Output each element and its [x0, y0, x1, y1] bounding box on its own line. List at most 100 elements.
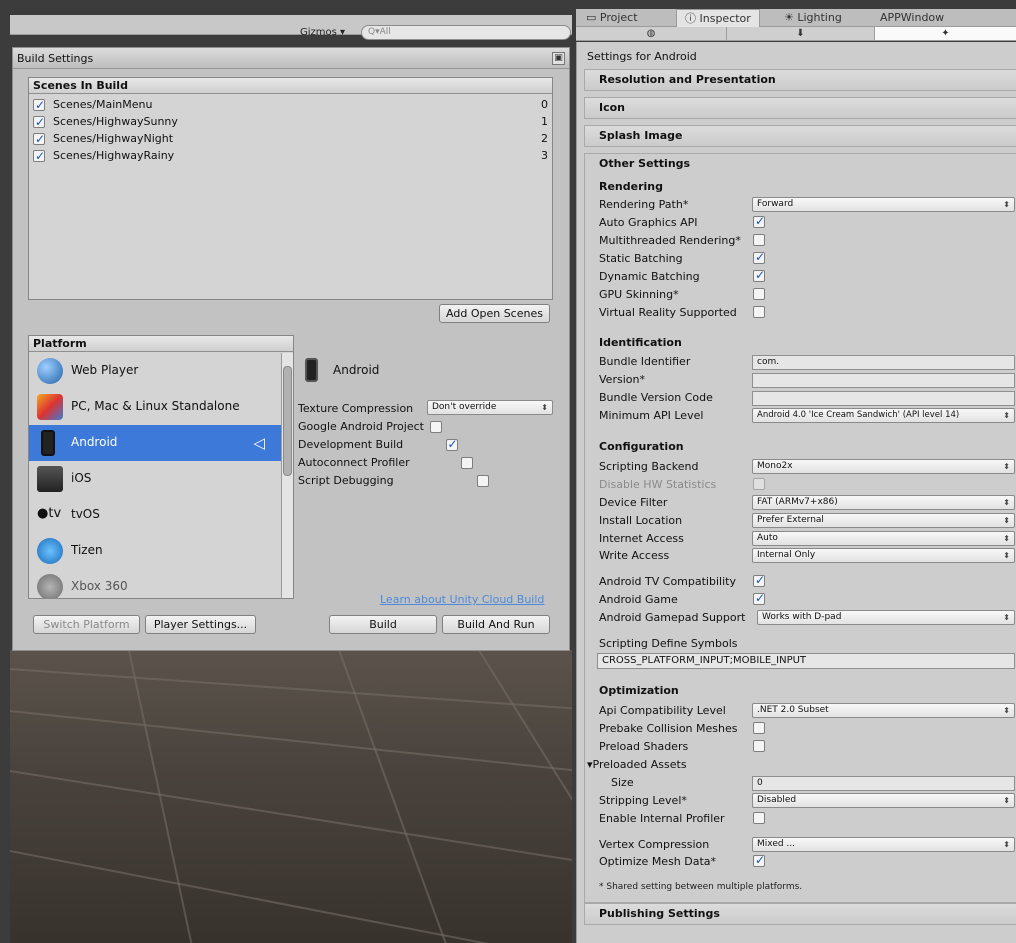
android-game-checkbox[interactable]: [753, 591, 765, 605]
prebake-label: Prebake Collision Meshes: [599, 722, 738, 735]
stripping-label: Stripping Level*: [599, 794, 687, 807]
unity-logo-icon: ◁: [253, 434, 265, 452]
build-and-run-button[interactable]: Build And Run: [442, 615, 550, 634]
rendering-path-dropdown[interactable]: Forward: [752, 197, 1015, 212]
gpu-skinning-checkbox[interactable]: [753, 288, 765, 300]
scene-row[interactable]: Scenes/MainMenu 0: [33, 96, 548, 114]
rendering-header: Rendering: [599, 180, 663, 193]
write-access-dropdown[interactable]: Internal Only: [752, 548, 1015, 563]
build-settings-titlebar: Build Settings ▣: [13, 48, 569, 69]
download-icon[interactable]: ⬇: [726, 27, 874, 40]
identification-header: Identification: [599, 336, 682, 349]
vertex-compression-dropdown[interactable]: Mixed ...: [752, 837, 1015, 852]
platform-item-xbox[interactable]: Xbox 360: [29, 569, 281, 598]
internet-access-dropdown[interactable]: Auto: [752, 531, 1015, 546]
gpu-skinning-label: GPU Skinning*: [599, 288, 679, 301]
android-icon[interactable]: ✦: [874, 27, 1016, 40]
bundle-identifier-field[interactable]: com.: [752, 355, 1015, 370]
version-field[interactable]: [752, 373, 1015, 388]
tab-project[interactable]: ▭ Project: [586, 9, 638, 27]
gamepad-support-label: Android Gamepad Support: [599, 611, 746, 624]
min-api-level-dropdown[interactable]: Android 4.0 'Ice Cream Sandwich' (API le…: [752, 408, 1015, 423]
development-build-checkbox[interactable]: [445, 437, 458, 451]
android-tv-label: Android TV Compatibility: [599, 575, 736, 588]
google-android-project-checkbox[interactable]: [430, 421, 442, 433]
dynamic-batching-checkbox[interactable]: [753, 268, 765, 282]
gizmos-dropdown[interactable]: Gizmos ▾: [300, 27, 345, 38]
tab-inspector[interactable]: ⓘ Inspector: [676, 9, 760, 27]
player-settings-button[interactable]: Player Settings...: [145, 615, 256, 634]
device-filter-dropdown[interactable]: FAT (ARMv7+x86): [752, 495, 1015, 510]
platform-label: tvOS: [71, 507, 100, 521]
preload-shaders-checkbox[interactable]: [753, 740, 765, 752]
scene-row[interactable]: Scenes/HighwayNight 2: [33, 130, 548, 148]
internet-access-label: Internet Access: [599, 532, 684, 545]
optimize-mesh-checkbox[interactable]: [753, 853, 765, 867]
scene-checkbox[interactable]: [33, 97, 45, 114]
android-tv-checkbox[interactable]: [753, 573, 765, 587]
configuration-header: Configuration: [599, 440, 684, 453]
texture-compression-dropdown[interactable]: Don't override: [427, 400, 553, 415]
scene-row[interactable]: Scenes/HighwaySunny 1: [33, 113, 548, 131]
platform-scrollbar-thumb[interactable]: [283, 366, 292, 476]
auto-graphics-api-checkbox[interactable]: [753, 214, 765, 228]
prebake-checkbox[interactable]: [753, 722, 765, 734]
scene-checkbox[interactable]: [33, 148, 45, 165]
tab-appwindow[interactable]: APPWindow: [880, 9, 944, 27]
gizmos-label: Gizmos: [300, 27, 337, 38]
section-other-settings-label: Other Settings: [599, 157, 691, 170]
switch-platform-button[interactable]: Switch Platform: [33, 615, 140, 634]
platform-label: Web Player: [71, 363, 139, 377]
bundle-version-code-field[interactable]: [752, 391, 1015, 406]
platform-label: iOS: [71, 471, 92, 485]
platform-item-tvos[interactable]: ●tv tvOS: [29, 497, 281, 533]
scene-name: Scenes/HighwayRainy: [53, 149, 175, 162]
scene-view[interactable]: [10, 650, 572, 943]
platform-item-android[interactable]: Android ◁: [29, 425, 281, 461]
platform-item-standalone[interactable]: PC, Mac & Linux Standalone: [29, 389, 281, 425]
scene-checkbox[interactable]: [33, 114, 45, 131]
static-batching-label: Static Batching: [599, 252, 683, 265]
android-phone-icon: [305, 358, 318, 382]
globe-icon[interactable]: ◍: [576, 27, 726, 40]
dynamic-batching-label: Dynamic Batching: [599, 270, 700, 283]
platform-item-tizen[interactable]: Tizen: [29, 533, 281, 569]
tizen-icon: [37, 538, 63, 564]
platform-label: Android: [71, 435, 118, 449]
size-field[interactable]: 0: [752, 776, 1015, 791]
close-icon[interactable]: ▣: [552, 52, 565, 65]
xbox-icon: [37, 574, 63, 598]
platform-item-web-player[interactable]: Web Player: [29, 353, 281, 389]
scripting-backend-dropdown[interactable]: Mono2x: [752, 459, 1015, 474]
define-symbols-field[interactable]: CROSS_PLATFORM_INPUT;MOBILE_INPUT: [597, 653, 1015, 669]
stripping-dropdown[interactable]: Disabled: [752, 793, 1015, 808]
static-batching-checkbox[interactable]: [753, 250, 765, 264]
scene-checkbox[interactable]: [33, 131, 45, 148]
add-open-scenes-button[interactable]: Add Open Scenes: [439, 304, 550, 323]
preload-shaders-label: Preload Shaders: [599, 740, 689, 753]
script-debugging-checkbox[interactable]: [476, 475, 489, 487]
cloud-build-link[interactable]: Learn about Unity Cloud Build: [380, 593, 544, 606]
platform-subtab-bar: ◍ ⬇ ✦: [576, 27, 1016, 41]
multithreaded-checkbox[interactable]: [753, 234, 765, 246]
api-compat-dropdown[interactable]: .NET 2.0 Subset: [752, 703, 1015, 718]
texture-compression-label: Texture Compression: [298, 402, 414, 415]
preloaded-assets-foldout[interactable]: ▾Preloaded Assets: [587, 758, 687, 771]
gamepad-support-dropdown[interactable]: Works with D-pad: [757, 610, 1015, 625]
bundle-identifier-label: Bundle Identifier: [599, 355, 691, 368]
platform-item-ios[interactable]: iOS: [29, 461, 281, 497]
section-splash[interactable]: Splash Image: [584, 125, 1016, 147]
section-icon[interactable]: Icon: [584, 97, 1016, 119]
vr-supported-checkbox[interactable]: [753, 306, 765, 318]
internal-profiler-checkbox[interactable]: [753, 812, 765, 824]
autoconnect-profiler-checkbox[interactable]: [461, 457, 473, 469]
scene-name: Scenes/MainMenu: [53, 98, 153, 111]
install-location-dropdown[interactable]: Prefer External: [752, 513, 1015, 528]
tab-lighting[interactable]: ☀ Lighting: [784, 9, 842, 27]
scene-search-input[interactable]: Q▾All: [361, 25, 571, 40]
auto-graphics-api-label: Auto Graphics API: [599, 216, 698, 229]
scene-row[interactable]: Scenes/HighwayRainy 3: [33, 147, 548, 165]
build-button[interactable]: Build: [329, 615, 437, 634]
section-publishing[interactable]: Publishing Settings: [584, 903, 1016, 925]
section-resolution[interactable]: Resolution and Presentation: [584, 69, 1016, 91]
